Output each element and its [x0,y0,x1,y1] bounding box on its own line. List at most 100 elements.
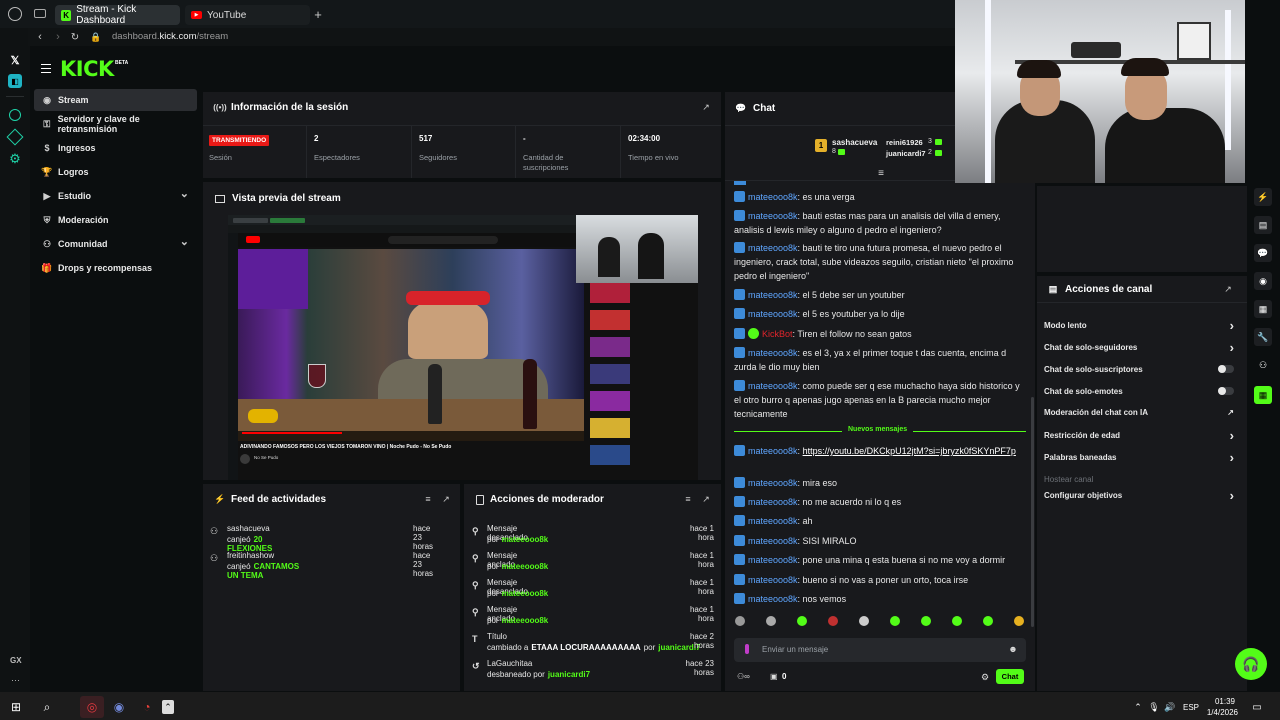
popout-icon[interactable]: ↗ [1223,284,1233,294]
chat-username[interactable]: mateeooo8k [748,497,798,507]
quick-action-clapper-icon[interactable]: ▦ [1254,386,1272,404]
taskbar-chevron-icon[interactable]: ⌃ [162,700,174,714]
video-progress-bar[interactable] [242,432,342,434]
emote-icon[interactable] [735,616,745,626]
gifter-name[interactable]: sashacueva [832,138,877,147]
chat-message[interactable]: mateeooo8k: nos vemos [734,592,1024,606]
chat-username[interactable]: mateeooo8k [748,555,798,565]
volume-icon[interactable]: 🔊 [1164,696,1176,718]
hamburger-menu-icon[interactable] [41,64,51,73]
chat-username[interactable]: mateeooo8k [748,575,798,585]
chat-username[interactable]: KickBot [762,329,793,339]
microphone-icon[interactable]: 🎙 [1148,696,1160,718]
opera-gx-logo-icon[interactable] [8,7,22,21]
sidebar-item-comunidad[interactable]: ⚇ Comunidad ⌄ [34,233,197,255]
chat-message[interactable]: mateeooo8k: no me acuerdo ni lo q es [734,495,1024,509]
chat-message[interactable]: mateeooo8k: como puede ser q ese muchach… [734,379,1024,421]
chat-input-box[interactable]: Enviar un mensaje ☻ [734,638,1026,662]
popout-icon[interactable]: ↗ [441,494,451,504]
channel-action-configurar-objetivos[interactable]: Configurar objetivos › [1044,487,1234,503]
video-controls[interactable] [238,431,584,441]
chat-message[interactable]: mateeooo8k: SISI MIRALO [734,534,1024,548]
feed-user[interactable]: freitinhashow [227,551,274,560]
chevron-right-icon[interactable]: › [1230,428,1234,443]
kick-logo[interactable]: KICK [60,57,114,81]
tab-islands-icon[interactable] [34,9,46,18]
chat-username[interactable]: mateeooo8k [748,243,798,253]
chat-username[interactable]: mateeooo8k [748,536,798,546]
chevron-right-icon[interactable]: › [1230,450,1234,465]
sidebar-item-ingresos[interactable]: $ Ingresos [34,137,197,159]
sidebar-item-stream[interactable]: ◉ Stream [34,89,197,111]
address-input[interactable]: dashboard.kick.com/stream [112,31,228,42]
emote-icon[interactable] [859,616,869,626]
back-icon[interactable]: ‹ [34,30,46,44]
forward-icon[interactable]: › [52,30,64,44]
stream-preview-video[interactable]: ADIVINANDO FAMOSOS PERO LOS VIEJOS TOMAR… [228,215,698,480]
mod-action-user[interactable]: mateeooo8k [502,616,549,625]
chevron-down-icon[interactable]: ⌄ [180,187,189,200]
discord-taskbar-icon[interactable]: ◉ [110,696,128,718]
filter-icon[interactable]: ≡ [683,494,693,504]
quick-action-wrench-icon[interactable]: 🔧 [1254,328,1272,346]
more-icon[interactable]: ··· [11,675,20,685]
chevron-right-icon[interactable]: › [1230,340,1234,355]
reload-icon[interactable]: ↻ [69,30,81,44]
emote-icon[interactable] [983,616,993,626]
chat-message[interactable]: mateeooo8k: el 5 es youtuber ya lo dije [734,307,1024,321]
emote-icon[interactable] [766,616,776,626]
search-icon[interactable]: ⌕ [38,696,56,718]
channel-action-chat-de-solo-suscriptores[interactable]: Chat de solo-suscriptores [1044,361,1234,377]
chat-message[interactable]: mateeooo8k: pone una mina q esta buena s… [734,553,1024,567]
chat-message[interactable]: mateeooo8k: el 5 debe ser un youtuber [734,288,1024,302]
sidebar-item-drops[interactable]: 🎁 Drops y recompensas [34,257,197,279]
community-icon[interactable]: ⚇∞ [737,672,750,681]
x-twitter-icon[interactable]: 𝕏 [8,53,22,67]
channel-action-palabras-baneadas[interactable]: Palabras baneadas › [1044,449,1234,465]
toggle-switch[interactable] [1218,365,1234,373]
quick-action-clipboard-icon[interactable]: ▤ [1254,216,1272,234]
toggle-switch[interactable] [1218,387,1234,395]
emote-icon[interactable] [797,616,807,626]
emoji-icon[interactable]: ☻ [1008,644,1018,654]
chat-username[interactable]: mateeooo8k [748,348,798,358]
expand-leaderboard-icon[interactable]: ≡ [875,168,887,179]
chat-link[interactable]: https://youtu.be/DKCkpU12jtM?si=jbryzk0f… [803,446,1016,456]
mod-action-user[interactable]: mateeooo8k [502,589,549,598]
tab-youtube[interactable]: ▶ YouTube [185,5,310,25]
extensions-icon[interactable] [6,128,24,146]
gifter-name[interactable]: juanicardi7 [886,149,926,158]
twitch-icon[interactable]: ◧ [8,74,22,88]
quick-action-community-icon[interactable]: ⚇ [1254,356,1272,374]
sidebar-item-servidor[interactable]: ⚿ Servidor y clave de retransmisión [34,113,197,135]
chat-scrollbar[interactable] [1031,397,1034,627]
quick-action-panel-icon[interactable]: ▦ [1254,300,1272,318]
mod-action-user[interactable]: mateeooo8k [502,562,549,571]
channel-action-chat-de-solo-emotes[interactable]: Chat de solo-emotes [1044,383,1234,399]
quick-action-chat-icon[interactable]: 💬 [1254,244,1272,262]
chat-message[interactable]: mateeooo8k: mira eso [734,476,1024,490]
emote-icon[interactable] [1014,616,1024,626]
chat-message[interactable]: mateeooo8k: es el 3, ya x el primer toqu… [734,346,1024,374]
new-tab-button[interactable]: + [311,7,325,22]
popout-icon[interactable]: ↗ [701,494,711,504]
emote-icon[interactable] [828,616,838,626]
external-link-icon[interactable]: ↗ [1227,408,1234,417]
mod-action-user[interactable]: mateeooo8k [502,535,549,544]
chat-username[interactable]: mateeooo8k [748,211,798,221]
quick-action-broadcast-icon[interactable]: ◉ [1254,272,1272,290]
filter-icon[interactable]: ≡ [423,494,433,504]
emote-icon[interactable] [890,616,900,626]
chat-message[interactable]: mateeooo8k: bueno si no vas a poner un o… [734,573,1024,587]
channel-action-moderación-del-chat-con-ia[interactable]: Moderación del chat con IA ↗ [1044,404,1234,420]
chat-message[interactable]: mateeooo8k: https://youtu.be/DKCkpU12jtM… [734,444,1024,458]
points-icon[interactable]: ▣ [770,672,778,681]
sidebar-item-logros[interactable]: 🏆 Logros [34,161,197,183]
emote-icon[interactable] [952,616,962,626]
channel-action-modo-lento[interactable]: Modo lento › [1044,317,1234,333]
gifter-name[interactable]: reini61926 [886,138,923,147]
app-taskbar-icon[interactable]: ◔ [138,696,156,718]
chat-settings-icon[interactable]: ⚙ [980,672,990,682]
settings-gear-icon[interactable]: ⚙ [8,151,22,166]
language-indicator[interactable]: ESP [1183,703,1199,712]
